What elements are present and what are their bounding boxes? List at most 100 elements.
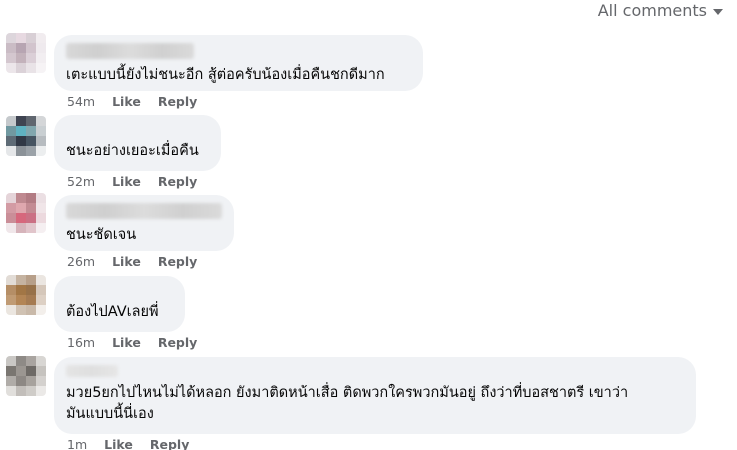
avatar-pixel [26, 146, 36, 156]
avatar-pixel [6, 386, 16, 396]
avatar[interactable] [6, 275, 46, 315]
like-button[interactable]: Like [112, 174, 141, 189]
avatar-pixel [36, 43, 46, 53]
reply-button[interactable]: Reply [158, 174, 197, 189]
avatar-pixel [16, 146, 26, 156]
avatar-pixel [6, 203, 16, 213]
comments-section: All comments เตะแบบนี้ยังไม่ชนะอีก สู้ต่… [0, 0, 737, 450]
avatar-pixel [36, 305, 46, 315]
avatar-pixel [6, 63, 16, 73]
reply-button[interactable]: Reply [158, 335, 197, 350]
comment-bubble: ต้องไปAVเลยพี่ [54, 276, 185, 332]
avatar-pixel [6, 376, 16, 386]
avatar-pixel [36, 136, 46, 146]
avatar-pixel [26, 43, 36, 53]
avatar-pixel [36, 275, 46, 285]
avatar-pixel [6, 295, 16, 305]
comment-actions: 1m Like Reply [67, 437, 189, 450]
avatar-pixel [16, 136, 26, 146]
avatar[interactable] [6, 356, 46, 396]
avatar-pixel [16, 305, 26, 315]
comment-actions: 54m Like Reply [67, 94, 197, 109]
avatar-pixel [16, 116, 26, 126]
commenter-name-redacted[interactable] [66, 203, 222, 219]
like-button[interactable]: Like [112, 254, 141, 269]
avatar-pixel [36, 366, 46, 376]
avatar-pixel [16, 366, 26, 376]
avatar-pixel [26, 305, 36, 315]
avatar-pixel [16, 33, 26, 43]
avatar-pixel [6, 213, 16, 223]
avatar-pixel [6, 116, 16, 126]
avatar-pixel [16, 386, 26, 396]
avatar-pixel [6, 33, 16, 43]
avatar-pixel [26, 223, 36, 233]
comment-timestamp[interactable]: 54m [67, 94, 95, 109]
comment-text: ต้องไปAVเลยพี่ [66, 304, 159, 320]
like-button[interactable]: Like [104, 437, 133, 450]
avatar-pixel [16, 193, 26, 203]
comment-actions: 52m Like Reply [67, 174, 197, 189]
reply-button[interactable]: Reply [150, 437, 189, 450]
reply-button[interactable]: Reply [158, 94, 197, 109]
avatar-pixel [6, 285, 16, 295]
comment-bubble: ชนะชัดเจน [54, 195, 234, 251]
avatar-pixel [36, 203, 46, 213]
avatar-pixel [26, 63, 36, 73]
avatar-pixel [26, 136, 36, 146]
commenter-name-redacted[interactable] [66, 365, 118, 377]
avatar-pixel [26, 386, 36, 396]
all-comments-filter[interactable]: All comments [598, 1, 723, 20]
avatar-pixel [36, 126, 46, 136]
avatar-pixel [26, 203, 36, 213]
avatar-pixel [26, 193, 36, 203]
filter-label: All comments [597, 1, 707, 20]
avatar-pixel [16, 356, 26, 366]
avatar-pixel [6, 43, 16, 53]
avatar-pixel [6, 126, 16, 136]
caret-down-icon [713, 9, 723, 15]
avatar[interactable] [6, 193, 46, 233]
avatar-pixel [36, 356, 46, 366]
avatar-pixel [16, 63, 26, 73]
comment-text: ชนะอย่างเยอะเมื่อคืน [66, 143, 199, 159]
reply-button[interactable]: Reply [158, 254, 197, 269]
avatar-pixel [26, 366, 36, 376]
comment-actions: 16m Like Reply [67, 335, 197, 350]
avatar-pixel [6, 275, 16, 285]
avatar-pixel [16, 53, 26, 63]
avatar-pixel [26, 53, 36, 63]
avatar-pixel [6, 223, 16, 233]
commenter-name-redacted[interactable] [66, 43, 194, 59]
like-button[interactable]: Like [112, 335, 141, 350]
avatar-pixel [36, 63, 46, 73]
avatar-pixel [6, 305, 16, 315]
avatar-pixel [6, 366, 16, 376]
avatar-pixel [36, 223, 46, 233]
comment-timestamp[interactable]: 26m [67, 254, 95, 269]
avatar[interactable] [6, 116, 46, 156]
avatar-pixel [36, 116, 46, 126]
comment-timestamp[interactable]: 1m [67, 437, 87, 450]
avatar-pixel [26, 356, 36, 366]
avatar-pixel [26, 116, 36, 126]
avatar-pixel [6, 53, 16, 63]
avatar-pixel [26, 295, 36, 305]
comment-timestamp[interactable]: 52m [67, 174, 95, 189]
comment-timestamp[interactable]: 16m [67, 335, 95, 350]
like-button[interactable]: Like [112, 94, 141, 109]
comment-bubble: มวย5ยกไปไหนไม่ได้หลอก ยังมาติดหน้าเสื่อ … [54, 357, 696, 434]
avatar-pixel [26, 126, 36, 136]
avatar-pixel [26, 275, 36, 285]
avatar-pixel [16, 376, 26, 386]
avatar-pixel [26, 376, 36, 386]
avatar-pixel [16, 126, 26, 136]
avatar-pixel [16, 43, 26, 53]
avatar-pixel [6, 146, 16, 156]
avatar-pixel [36, 295, 46, 305]
avatar-pixel [16, 295, 26, 305]
avatar[interactable] [6, 33, 46, 73]
avatar-pixel [16, 285, 26, 295]
comment-text: เตะแบบนี้ยังไม่ชนะอีก สู้ต่อครับน้องเมื่… [66, 67, 385, 83]
avatar-pixel [26, 285, 36, 295]
